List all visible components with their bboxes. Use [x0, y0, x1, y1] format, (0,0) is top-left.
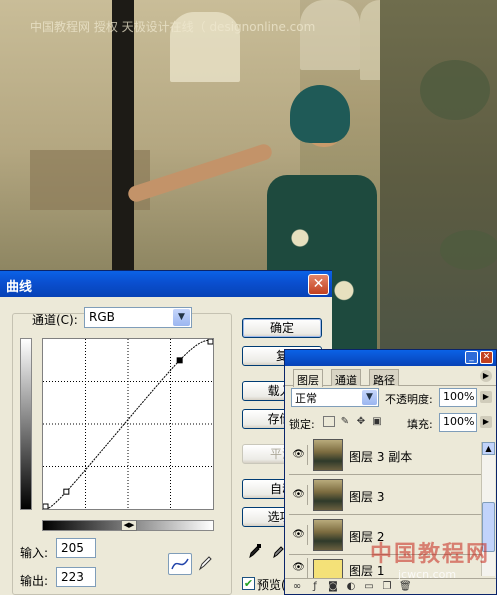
- channel-label: 通道(C):: [32, 313, 78, 327]
- gradient-toggle-icon[interactable]: ◀▶: [121, 520, 137, 531]
- lock-all-icon[interactable]: ▣: [371, 416, 383, 427]
- eye-icon[interactable]: 👁: [290, 485, 308, 505]
- opacity-field[interactable]: 100%: [439, 388, 477, 407]
- fill-label: 填充:: [407, 418, 433, 431]
- curve-svg[interactable]: [42, 338, 214, 510]
- curves-titlebar[interactable]: 曲线 ✕: [0, 271, 332, 297]
- palette-tabs: 图层 通道 路径 ▶: [285, 367, 496, 387]
- layer-row[interactable]: 👁 图层 3: [289, 476, 481, 515]
- palette-menu-icon[interactable]: ▶: [480, 370, 492, 382]
- dialog-title: 曲线: [6, 280, 33, 295]
- layer-name: 图层 3: [349, 490, 385, 504]
- channel-value: RGB: [89, 310, 115, 324]
- layer-row[interactable]: 👁 图层 3 副本: [289, 436, 481, 475]
- curve-control-point[interactable]: [42, 503, 49, 510]
- bottom-watermark-url: jcwcn.com: [398, 568, 457, 581]
- blend-mode-value: 正常: [295, 392, 317, 405]
- street-background: [380, 0, 497, 360]
- layer-name: 图层 3 副本: [349, 450, 413, 464]
- output-field[interactable]: 223: [56, 567, 96, 587]
- new-group-icon[interactable]: ▭: [363, 581, 375, 592]
- tree: [440, 230, 497, 270]
- grid-lines: [43, 339, 213, 509]
- opacity-label: 不透明度:: [385, 393, 433, 406]
- tab-layers[interactable]: 图层: [293, 369, 323, 387]
- fill-arrow-icon[interactable]: ▶: [480, 416, 492, 428]
- layers-titlebar[interactable]: _ ✕: [285, 350, 496, 366]
- fill-field[interactable]: 100%: [439, 413, 477, 432]
- layer-thumbnail: [313, 479, 343, 511]
- eye-icon[interactable]: 👁: [290, 558, 308, 578]
- channel-select[interactable]: RGB ▼: [84, 307, 192, 328]
- eye-icon[interactable]: 👁: [290, 445, 308, 465]
- minimize-icon[interactable]: _: [465, 351, 478, 364]
- adjustment-layer-icon[interactable]: ◐: [345, 581, 357, 592]
- curve-control-point[interactable]: [63, 488, 70, 495]
- curve-control-point[interactable]: [207, 338, 214, 345]
- headscarf: [290, 85, 350, 143]
- opacity-arrow-icon[interactable]: ▶: [480, 391, 492, 403]
- tab-channels[interactable]: 通道: [331, 369, 361, 387]
- input-gradient-bar: ◀▶: [42, 520, 214, 531]
- link-layers-icon[interactable]: ∞: [291, 581, 303, 592]
- trash-icon[interactable]: 🗑: [399, 581, 412, 592]
- chevron-down-icon[interactable]: ▼: [362, 390, 377, 405]
- lock-label: 锁定:: [289, 418, 315, 431]
- bottom-watermark: 中国教程网: [370, 542, 491, 567]
- curve-graph[interactable]: [42, 338, 214, 510]
- output-gradient-bar: [20, 338, 32, 510]
- lock-transparent-icon[interactable]: [323, 416, 335, 427]
- layer-thumbnail: [313, 439, 343, 471]
- input-label: 输入:: [20, 546, 49, 560]
- ok-button[interactable]: 确定: [242, 318, 322, 338]
- blend-mode-select[interactable]: 正常 ▼: [291, 388, 379, 407]
- curve-tool-icon[interactable]: [168, 553, 192, 575]
- layer-mask-icon[interactable]: ◙: [327, 581, 339, 592]
- input-field[interactable]: 205: [56, 538, 96, 558]
- black-eyedropper-icon[interactable]: [248, 543, 262, 559]
- lock-brush-icon[interactable]: ✎: [339, 416, 351, 427]
- close-icon[interactable]: ✕: [480, 351, 493, 364]
- building-window: [300, 0, 360, 70]
- eye-icon[interactable]: 👁: [290, 525, 308, 545]
- tree: [420, 60, 490, 120]
- scroll-up-icon[interactable]: ▲: [482, 442, 495, 455]
- top-watermark: 中国教程网 授权 天极设计在线（ designonline.com: [30, 20, 316, 34]
- output-label: 输出:: [20, 574, 49, 588]
- pole: [112, 0, 134, 280]
- new-layer-icon[interactable]: ❐: [381, 581, 393, 592]
- layer-style-icon[interactable]: ƒ: [309, 581, 321, 592]
- curves-dialog: 曲线 ✕ 通道(C): RGB ▼ ◀▶ 输入: 205 输出: 223 确定 …: [0, 270, 332, 595]
- curve-control-point[interactable]: [176, 357, 183, 364]
- chevron-down-icon[interactable]: ▼: [173, 309, 190, 326]
- layers-bottom-toolbar: ∞ ƒ ◙ ◐ ▭ ❐ 🗑: [285, 578, 496, 594]
- lock-move-icon[interactable]: ✥: [355, 416, 367, 427]
- preview-checkbox[interactable]: ✔: [242, 577, 255, 590]
- tab-paths[interactable]: 路径: [369, 369, 399, 387]
- pencil-tool-icon[interactable]: [198, 555, 212, 571]
- preview-label: 预览(: [257, 578, 286, 592]
- layer-thumbnail: [313, 519, 343, 551]
- close-button[interactable]: ✕: [308, 274, 329, 295]
